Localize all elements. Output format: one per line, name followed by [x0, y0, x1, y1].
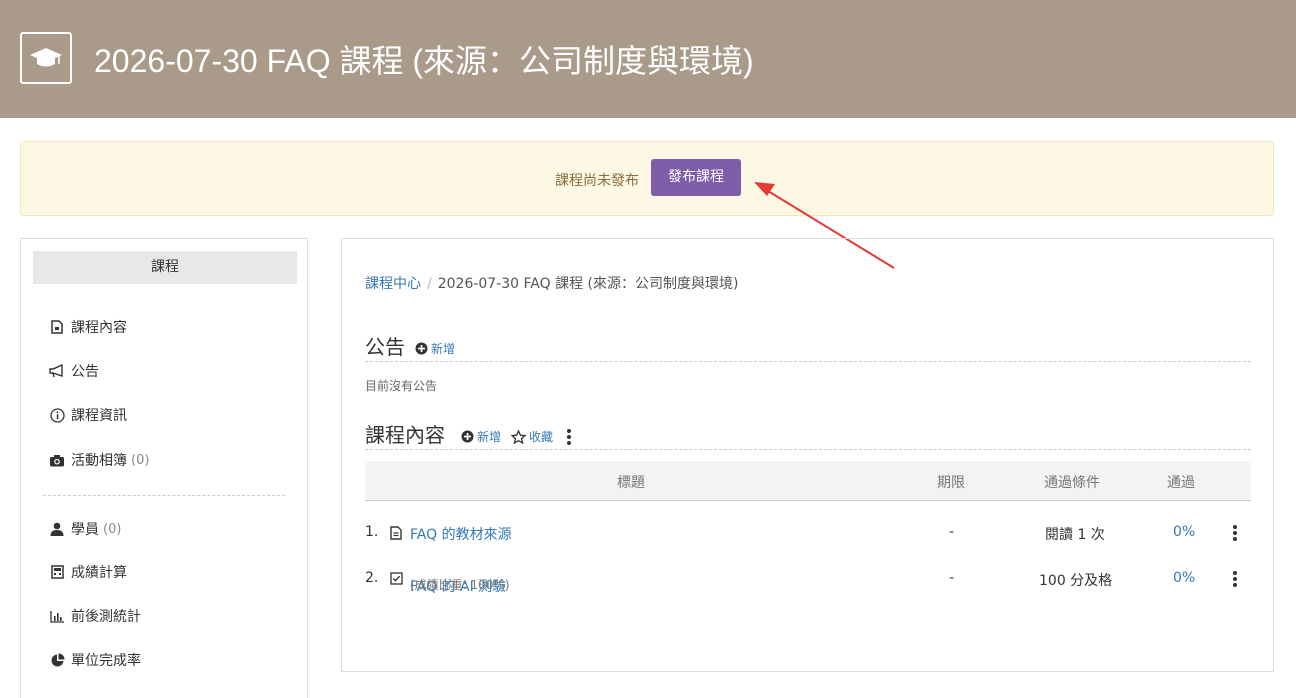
sidebar-item-label: 成績計算 [71, 565, 127, 581]
row-deadline: - [949, 570, 955, 586]
sidebar: 課程 課程內容 公告 課程資訊 活動相簿 (0) 學員 (0) 成績計算 前後測… [20, 238, 308, 698]
bar-chart-icon [49, 608, 65, 624]
row-more-menu[interactable] [1233, 571, 1237, 587]
announcements-divider [365, 361, 1251, 362]
breadcrumb-course-center[interactable]: 課程中心 [365, 276, 421, 292]
row-index: 1. [365, 524, 379, 540]
sidebar-item-announcements[interactable]: 公告 [49, 361, 99, 381]
sidebar-heading: 課程 [33, 251, 297, 284]
star-icon [511, 429, 527, 444]
more-vertical-icon [567, 429, 572, 445]
unpublished-message: 課程尚未發布 [555, 173, 639, 189]
page-title: 2026-07-30 FAQ 課程 (來源：公司制度與環境) [94, 43, 754, 79]
publish-course-button[interactable]: 發布課程 [651, 159, 741, 196]
col-title: 標題 [617, 475, 645, 491]
plus-circle-icon [461, 430, 474, 443]
announcements-section: 公告 新增 [365, 331, 455, 360]
sidebar-item-label: 課程內容 [71, 320, 127, 336]
course-content-section: 課程內容 新增 收藏 [365, 419, 572, 448]
row-weight-note: (成績比重: 100%) [410, 578, 510, 592]
sidebar-item-label: 活動相簿 [71, 453, 127, 469]
main-panel: 課程中心 / 2026-07-30 FAQ 課程 (來源：公司制度與環境) 公告 新… [341, 238, 1274, 672]
user-icon [49, 521, 65, 537]
announcements-title: 公告 [365, 335, 405, 359]
content-table-header: 標題 期限 通過條件 通過 [365, 461, 1251, 501]
sidebar-item-course-info[interactable]: 課程資訊 [49, 405, 127, 425]
graduation-cap-icon [20, 32, 72, 84]
calculator-icon [49, 564, 65, 580]
document-icon [390, 526, 402, 544]
add-content-button[interactable]: 新增 [461, 428, 501, 445]
add-announcement-button[interactable]: 新增 [415, 340, 455, 357]
sidebar-item-label: 公告 [71, 364, 99, 380]
breadcrumb: 課程中心 / 2026-07-30 FAQ 課程 (來源：公司制度與環境) [365, 273, 738, 293]
sidebar-item-test-stats[interactable]: 前後測統計 [49, 606, 141, 626]
camera-icon [49, 452, 65, 468]
sidebar-item-students[interactable]: 學員 (0) [49, 519, 121, 539]
row-more-menu[interactable] [1233, 525, 1237, 541]
plus-circle-icon [415, 342, 428, 355]
add-announcement-label: 新增 [431, 342, 456, 356]
add-content-label: 新增 [477, 430, 502, 444]
no-announcements-text: 目前沒有公告 [365, 379, 438, 393]
sidebar-divider [43, 495, 285, 496]
course-content-title: 課程內容 [365, 423, 445, 447]
content-more-menu[interactable] [567, 429, 572, 445]
bookmark-button[interactable]: 收藏 [511, 428, 553, 445]
sidebar-item-label: 單位完成率 [71, 653, 141, 669]
table-row: 1. FAQ 的教材來源 - 閱讀 1 次 0% [365, 518, 1251, 548]
breadcrumb-current: 2026-07-30 FAQ 課程 (來源：公司制度與環境) [437, 276, 739, 292]
checkbox-icon [390, 572, 403, 589]
col-passed: 通過 [1167, 475, 1195, 491]
sidebar-item-course-content[interactable]: 課程內容 [49, 317, 127, 337]
sidebar-item-label: 前後測統計 [71, 609, 141, 625]
sidebar-item-label: 學員 [71, 522, 99, 538]
row-condition: 100 分及格 [1039, 573, 1113, 589]
sidebar-item-unit-completion[interactable]: 單位完成率 [49, 650, 141, 670]
students-count: (0) [103, 521, 122, 537]
content-item-link[interactable]: FAQ 的教材來源 [410, 524, 512, 544]
col-deadline: 期限 [937, 475, 965, 491]
sidebar-item-grading[interactable]: 成績計算 [49, 562, 127, 582]
pie-chart-icon [49, 652, 65, 668]
bookmark-label: 收藏 [529, 430, 554, 444]
col-condition: 通過條件 [1044, 475, 1100, 491]
content-divider [365, 449, 1251, 450]
info-icon [49, 407, 65, 423]
unpublished-notice: 課程尚未發布 發布課程 [20, 141, 1274, 216]
row-passed[interactable]: 0% [1173, 524, 1195, 540]
row-deadline: - [949, 524, 955, 540]
sidebar-item-label: 課程資訊 [71, 408, 127, 424]
album-count: (0) [131, 452, 150, 468]
row-index: 2. [365, 570, 379, 586]
sidebar-item-album[interactable]: 活動相簿 (0) [49, 450, 149, 470]
row-condition: 閱讀 1 次 [1045, 527, 1105, 543]
megaphone-icon [49, 363, 65, 379]
breadcrumb-separator: / [427, 276, 432, 292]
page-header: 2026-07-30 FAQ 課程 (來源：公司制度與環境) [0, 0, 1296, 118]
table-row: 2. FAQ 的 AI 測驗 (成績比重: 100%) - 100 分及格 0% [365, 564, 1251, 595]
file-icon [49, 319, 65, 335]
row-passed[interactable]: 0% [1173, 570, 1195, 586]
